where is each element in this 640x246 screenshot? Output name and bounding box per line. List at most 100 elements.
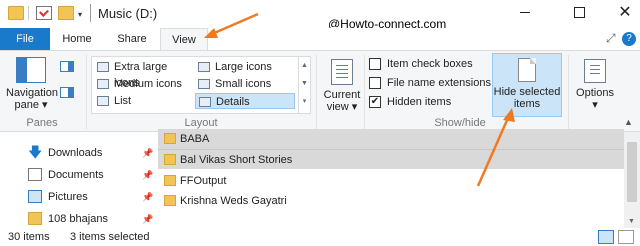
file-name: Bal Vikas Short Stories	[180, 154, 293, 166]
nav-item-downloads[interactable]: 🡇 Downloads 📌	[28, 142, 153, 164]
tab-share[interactable]: Share	[106, 28, 158, 50]
file-name: BABA	[180, 133, 210, 145]
details-view-icon[interactable]	[598, 230, 614, 244]
details-icon	[199, 97, 211, 107]
item-count: 30 items	[8, 231, 50, 243]
layout-item-label: Medium icons	[114, 78, 182, 90]
navigation-pane-icon	[16, 57, 46, 83]
folder-icon	[28, 212, 42, 225]
options-icon	[584, 59, 606, 83]
current-view-label: Current view ▾	[323, 89, 361, 113]
layout-gallery: Extra large icons Medium icons List Larg…	[91, 56, 311, 114]
checkbox-checked[interactable]: ✔	[369, 96, 381, 108]
nav-item-documents[interactable]: Documents 📌	[28, 164, 153, 186]
pin-icon: 📌	[142, 170, 154, 180]
close-button[interactable]: ✕	[602, 0, 640, 28]
hide-selected-items-icon	[518, 58, 536, 82]
layout-group-label: Layout	[184, 117, 218, 129]
scrollbar-thumb[interactable]	[627, 142, 637, 202]
details-pane-button[interactable]	[60, 87, 78, 101]
layout-large-icons[interactable]: Large icons	[195, 59, 295, 75]
nav-item-label: Documents	[48, 169, 104, 181]
scroll-down-icon[interactable]: ▼	[628, 218, 635, 225]
extra-large-icons-icon	[97, 62, 109, 72]
layout-extra-large-icons[interactable]: Extra large icons	[94, 59, 194, 89]
quick-access-separator	[28, 6, 29, 20]
small-icons-icon	[198, 79, 210, 89]
options-button[interactable]: Options ▾	[574, 53, 616, 117]
layout-item-label: List	[114, 95, 132, 107]
list-icon	[97, 96, 109, 106]
tab-view[interactable]: View	[160, 28, 208, 51]
file-row[interactable]: Krishna Weds Gayatri	[158, 191, 624, 211]
nav-item-label: Pictures	[48, 191, 88, 203]
checkbox[interactable]	[369, 58, 381, 70]
layout-medium-icons[interactable]: Medium icons	[94, 76, 194, 92]
gallery-expand-icon[interactable]: ▾	[299, 93, 310, 111]
folder-icon	[164, 195, 176, 206]
nav-item-pictures[interactable]: Pictures 📌	[28, 186, 153, 208]
navigation-pane: 🡇 Downloads 📌 Documents 📌 Pictures 📌 108…	[0, 132, 153, 230]
expand-ribbon-icon[interactable]: ⤢	[606, 31, 616, 46]
customize-quick-access-chevron-icon[interactable]: ▾	[78, 10, 82, 19]
maximize-button[interactable]	[556, 0, 602, 28]
scroll-down-icon[interactable]: ▼	[299, 75, 310, 93]
preview-pane-button[interactable]	[60, 61, 78, 75]
file-name: Krishna Weds Gayatri	[180, 195, 287, 207]
folder-icon	[164, 175, 176, 186]
nav-item-108-bhajans[interactable]: 108 bhajans 📌	[28, 208, 153, 230]
hide-selected-items-button[interactable]: Hide selected items	[492, 53, 562, 117]
folder-icon	[164, 154, 176, 165]
layout-small-icons[interactable]: Small icons	[195, 76, 295, 92]
item-check-boxes-toggle[interactable]: Item check boxes	[369, 56, 473, 72]
navigation-pane-label: Navigation pane ▾	[6, 87, 58, 111]
file-row[interactable]: Bal Vikas Short Stories	[158, 149, 624, 169]
download-icon: 🡇	[28, 144, 43, 160]
help-icon[interactable]: ?	[622, 32, 636, 46]
current-view-button[interactable]: Current view ▾	[322, 53, 362, 117]
navigation-pane-button[interactable]: Navigation pane ▾	[6, 53, 58, 117]
title-bar: ▾ Music (D:) @Howto-connect.com ✕	[0, 0, 640, 31]
pictures-icon	[28, 190, 42, 203]
tab-file[interactable]: File	[0, 28, 50, 50]
layout-details[interactable]: Details	[195, 93, 295, 109]
file-row[interactable]: FFOutput	[158, 171, 624, 191]
group-separator	[316, 55, 317, 129]
pin-icon: 📌	[142, 192, 154, 202]
folder-icon	[164, 133, 176, 144]
checkbox[interactable]	[369, 77, 381, 89]
file-list-scrollbar[interactable]: ▼	[624, 132, 640, 228]
group-separator	[86, 55, 87, 129]
minimize-button[interactable]	[502, 0, 548, 28]
scroll-up-icon[interactable]: ▲	[299, 57, 310, 75]
layout-gallery-scrollbar[interactable]: ▲ ▼ ▾	[298, 57, 310, 113]
minimize-icon	[520, 12, 530, 14]
properties-icon[interactable]	[36, 6, 52, 20]
options-label: Options ▾	[576, 87, 614, 111]
file-row[interactable]: BABA	[158, 129, 624, 149]
file-name: FFOutput	[180, 175, 227, 187]
maximize-icon	[573, 7, 585, 19]
window-title: Music (D:)	[98, 6, 158, 21]
documents-icon	[28, 168, 42, 181]
checkbox-label: File name extensions	[387, 77, 491, 89]
new-folder-icon[interactable]	[58, 6, 74, 20]
group-separator	[364, 55, 365, 129]
selected-count: 3 items selected	[70, 231, 150, 243]
title-separator	[90, 4, 91, 22]
layout-item-label: Details	[216, 96, 250, 108]
close-icon: ✕	[618, 4, 632, 21]
folder-icon[interactable]	[8, 6, 24, 20]
collapse-ribbon-icon[interactable]: ▲	[624, 117, 633, 127]
layout-list[interactable]: List	[94, 93, 194, 109]
file-name-extensions-toggle[interactable]: File name extensions	[369, 75, 491, 91]
large-icons-icon	[198, 62, 210, 72]
nav-item-label: Downloads	[48, 147, 103, 159]
ribbon-tabs: File Home Share View ⤢ ?	[0, 28, 640, 51]
large-icons-view-icon[interactable]	[618, 230, 634, 244]
view-ribbon: Navigation pane ▾ Panes Extra large icon…	[0, 50, 640, 132]
hidden-items-toggle[interactable]: ✔ Hidden items	[369, 94, 451, 110]
layout-item-label: Small icons	[215, 78, 272, 90]
tab-home[interactable]: Home	[52, 28, 102, 50]
hide-selected-items-label: Hide selected items	[493, 86, 561, 110]
